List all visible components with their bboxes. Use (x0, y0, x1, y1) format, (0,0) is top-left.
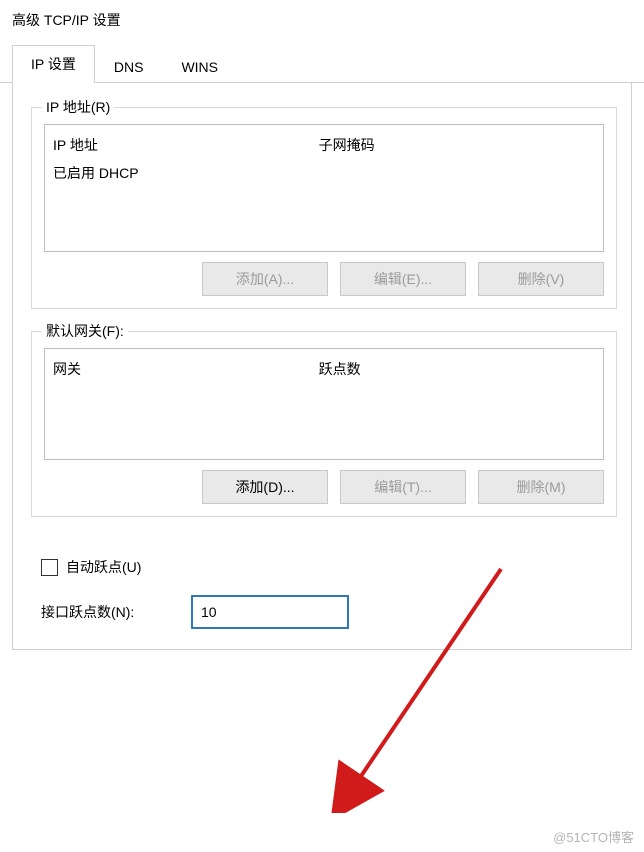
window-title: 高级 TCP/IP 设置 (0, 0, 644, 44)
ip-button-row: 添加(A)... 编辑(E)... 删除(V) (44, 262, 604, 296)
gw-col-gateway: 网关 (53, 359, 319, 379)
interface-metric-row: 接口跃点数(N): (41, 595, 623, 629)
ip-addresses-list[interactable]: IP 地址 子网掩码 已启用 DHCP (44, 124, 604, 252)
watermark-text: @51CTO博客 (553, 827, 634, 846)
auto-metric-checkbox[interactable] (41, 559, 58, 576)
ip-add-button[interactable]: 添加(A)... (202, 262, 328, 296)
gateway-list[interactable]: 网关 跃点数 (44, 348, 604, 460)
ip-col-ip: IP 地址 (53, 135, 319, 155)
ip-addresses-legend: IP 地址(R) (42, 97, 114, 117)
tab-panel-ip: IP 地址(R) IP 地址 子网掩码 已启用 DHCP 添加(A)... 编辑… (12, 83, 632, 650)
ip-addresses-group: IP 地址(R) IP 地址 子网掩码 已启用 DHCP 添加(A)... 编辑… (31, 107, 617, 309)
gw-list-header: 网关 跃点数 (45, 349, 603, 383)
tab-wins[interactable]: WINS (162, 50, 237, 83)
tab-dns[interactable]: DNS (95, 50, 163, 83)
gw-button-row: 添加(D)... 编辑(T)... 删除(M) (44, 470, 604, 504)
tab-ip-settings[interactable]: IP 设置 (12, 45, 95, 83)
auto-metric-label: 自动跃点(U) (66, 557, 141, 577)
ip-col-mask: 子网掩码 (319, 135, 595, 155)
ip-edit-button[interactable]: 编辑(E)... (340, 262, 466, 296)
ip-remove-button[interactable]: 删除(V) (478, 262, 604, 296)
gw-col-metric: 跃点数 (319, 359, 595, 379)
ip-list-header: IP 地址 子网掩码 (45, 125, 603, 159)
ip-row-dhcp: 已启用 DHCP (45, 159, 603, 187)
gateway-group: 默认网关(F): 网关 跃点数 添加(D)... 编辑(T)... 删除(M) (31, 331, 617, 517)
auto-metric-row: 自动跃点(U) (41, 557, 623, 577)
gw-add-button[interactable]: 添加(D)... (202, 470, 328, 504)
interface-metric-label: 接口跃点数(N): (41, 602, 191, 622)
gw-remove-button[interactable]: 删除(M) (478, 470, 604, 504)
interface-metric-input[interactable] (191, 595, 349, 629)
gw-edit-button[interactable]: 编辑(T)... (340, 470, 466, 504)
tab-strip: IP 设置 DNS WINS (0, 44, 644, 83)
gateway-legend: 默认网关(F): (42, 321, 128, 341)
